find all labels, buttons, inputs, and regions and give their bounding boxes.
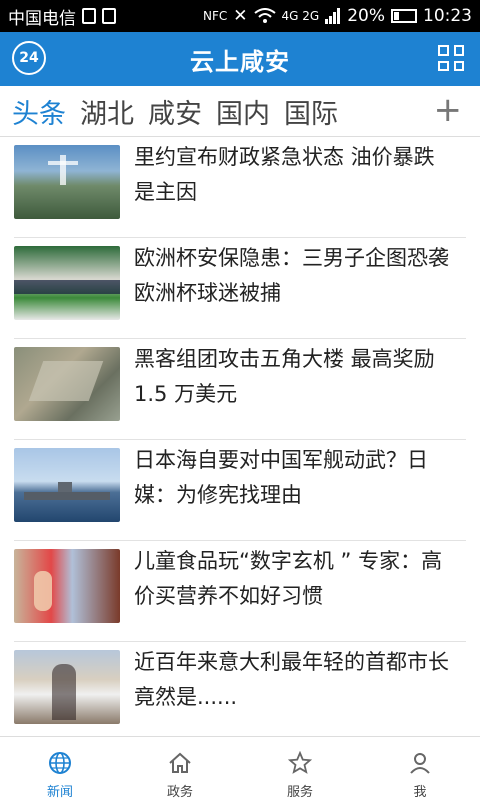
nav-government-label: 政务 — [166, 785, 193, 800]
battery-icon — [391, 9, 417, 23]
news-item[interactable]: 日本海自要对中国军舰动武？日媒：为修宪找理由 — [14, 440, 466, 541]
news-thumbnail — [14, 549, 120, 623]
nav-services[interactable]: 服务 — [240, 737, 360, 801]
news-thumbnail — [14, 347, 120, 421]
mute-icon: ✕ — [233, 6, 248, 26]
nav-me-label: 我 — [413, 785, 427, 800]
nfc-icon: NFC — [203, 9, 228, 23]
news-item[interactable]: 黑客组团攻击五角大楼 最高奖励 1.5 万美元 — [14, 339, 466, 440]
bottom-nav: 新闻 政务 服务 我 — [0, 736, 480, 801]
globe-icon — [49, 752, 71, 774]
tab-headlines[interactable]: 头条 — [12, 92, 66, 131]
signal-icon — [325, 8, 341, 24]
news-title: 黑客组团攻击五角大楼 最高奖励 1.5 万美元 — [134, 347, 435, 406]
star-icon — [288, 751, 312, 774]
status-bar: 中国电信 NFC ✕ 4G 2G 20% 10:23 — [0, 0, 480, 32]
network-type: 4G 2G — [281, 9, 320, 23]
news-thumbnail — [14, 448, 120, 522]
news-item[interactable]: 里约宣布财政紧急状态 油价暴跌是主因 — [14, 137, 466, 238]
news-list: 里约宣布财政紧急状态 油价暴跌是主因 欧洲杯安保隐患：三男子企图恐袭欧洲杯球迷被… — [0, 137, 480, 743]
nav-news[interactable]: 新闻 — [0, 737, 120, 801]
nav-me[interactable]: 我 — [360, 737, 480, 801]
tab-domestic[interactable]: 国内 — [216, 92, 270, 131]
news-title: 欧洲杯安保隐患：三男子企图恐袭欧洲杯球迷被捕 — [134, 246, 449, 305]
nav-government[interactable]: 政务 — [120, 737, 240, 801]
news-item[interactable]: 欧洲杯安保隐患：三男子企图恐袭欧洲杯球迷被捕 — [14, 238, 466, 339]
app-title: 云上咸安 — [190, 47, 290, 76]
tab-hubei[interactable]: 湖北 — [80, 92, 134, 131]
channel-tabs: 头条 湖北 咸安 国内 国际 + — [0, 86, 480, 137]
news-title: 近百年来意大利最年轻的首都市长竟然是...... — [134, 650, 449, 709]
news-title: 里约宣布财政紧急状态 油价暴跌是主因 — [134, 145, 435, 204]
sim-icon — [102, 8, 116, 24]
news-thumbnail — [14, 650, 120, 724]
news-thumbnail — [14, 246, 120, 320]
home-icon — [169, 752, 191, 773]
nav-news-label: 新闻 — [46, 785, 73, 800]
carrier-label: 中国电信 — [8, 8, 76, 29]
clock: 10:23 — [423, 6, 472, 26]
grid-menu-icon[interactable] — [438, 45, 464, 71]
nav-services-label: 服务 — [286, 785, 313, 800]
news-title: 日本海自要对中国军舰动武？日媒：为修宪找理由 — [134, 448, 428, 507]
news-thumbnail — [14, 145, 120, 219]
tab-international[interactable]: 国际 — [284, 92, 338, 131]
tab-xianan[interactable]: 咸安 — [148, 92, 202, 131]
battery-percent: 20% — [347, 6, 385, 26]
news-item[interactable]: 儿童食品玩“数字玄机 ” 专家：高价买营养不如好习惯 — [14, 541, 466, 642]
app-header: 24 云上咸安 — [0, 32, 480, 86]
add-channel-button[interactable]: + — [434, 90, 463, 130]
news-title: 儿童食品玩“数字玄机 ” 专家：高价买营养不如好习惯 — [134, 549, 443, 608]
wifi-icon — [253, 8, 276, 23]
logo-text: 24 — [19, 50, 39, 66]
image-notification-icon — [82, 8, 96, 24]
user-icon — [410, 753, 430, 774]
news-item[interactable]: 近百年来意大利最年轻的首都市长竟然是...... — [14, 642, 466, 743]
app-logo[interactable]: 24 — [12, 41, 46, 75]
